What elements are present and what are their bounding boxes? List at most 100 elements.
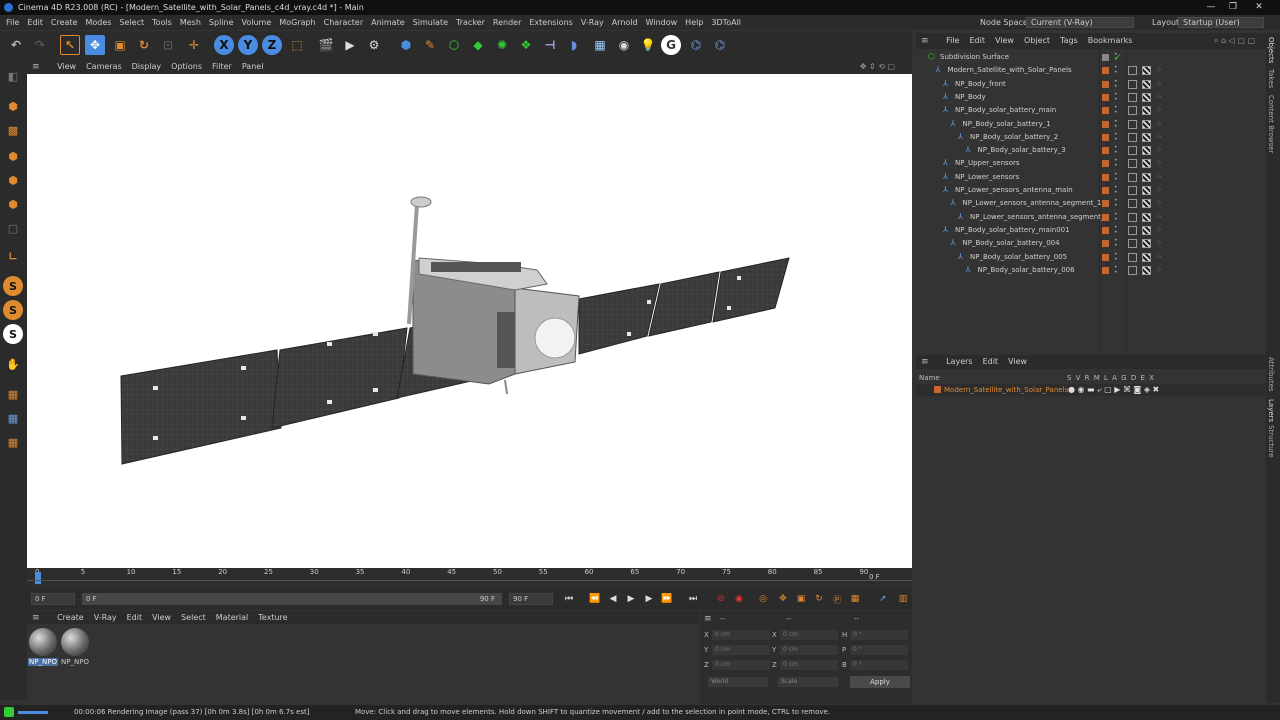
layer-color-swatch[interactable]: [1102, 147, 1109, 155]
viewport-menu-panel[interactable]: Panel: [237, 60, 269, 74]
goto-prev-key-icon[interactable]: ⏪: [587, 591, 603, 607]
object-manager-search-icons[interactable]: ⌕ ⌂ ◁ ▢ ▢: [1209, 33, 1260, 49]
phong-tag-icon[interactable]: [1142, 186, 1151, 195]
layer-color-swatch[interactable]: [1102, 160, 1109, 168]
node-space-dropdown[interactable]: Current (V-Ray): [1026, 17, 1134, 28]
quantize-icon[interactable]: S: [3, 324, 23, 344]
menu-edit[interactable]: Edit: [23, 15, 47, 30]
texture-tag-icon[interactable]: [1128, 172, 1137, 182]
key-position-icon[interactable]: ✥: [775, 591, 791, 607]
material-tag-icon[interactable]: ⁘: [1156, 224, 1162, 237]
phong-tag-icon[interactable]: [1142, 265, 1151, 275]
phong-tag-icon[interactable]: [1142, 172, 1151, 182]
layer-color-swatch[interactable]: [1102, 93, 1109, 101]
texture-tag-icon[interactable]: [1128, 225, 1137, 235]
layer-color-swatch[interactable]: [1102, 200, 1109, 208]
object-name[interactable]: NP_Body_solar_battery_2: [970, 131, 1058, 144]
object-name[interactable]: NP_Body_front: [955, 78, 1006, 91]
texture-tag-icon[interactable]: [1128, 265, 1137, 275]
end-frame-field[interactable]: 90 F: [509, 593, 553, 605]
texture-mode-icon[interactable]: ▩: [3, 120, 23, 140]
menu-v-ray[interactable]: V-Ray: [577, 15, 608, 30]
object-row[interactable]: ⅄ NP_Body_solar_battery_main • • ⁘: [916, 104, 1266, 117]
material-tag-icon[interactable]: ⁘: [1156, 78, 1162, 91]
material-tag-icon[interactable]: ⁘: [1156, 237, 1162, 250]
tab-attributes[interactable]: Attributes: [1267, 357, 1275, 392]
make-editable-icon[interactable]: ◧: [3, 66, 23, 86]
material-menu-edit[interactable]: Edit: [122, 611, 148, 624]
grid-snap-icon[interactable]: ▦: [3, 384, 23, 404]
subdivision-surface-icon[interactable]: ⬡: [444, 35, 464, 55]
cloner-icon[interactable]: ✺: [492, 35, 512, 55]
object-row[interactable]: ⅄ NP_Body_front • • ⁘: [916, 78, 1266, 91]
snap-settings-icon[interactable]: S: [3, 300, 23, 320]
model-mode-icon[interactable]: ⬢: [3, 96, 23, 116]
texture-tag-icon[interactable]: [1128, 252, 1137, 262]
visibility-dots-icon[interactable]: • •: [1114, 264, 1118, 276]
phong-tag-icon[interactable]: [1142, 106, 1151, 116]
phong-tag-icon[interactable]: [1142, 146, 1151, 156]
material-tag-icon[interactable]: ⁘: [1156, 264, 1162, 277]
texture-tag-icon[interactable]: [1128, 132, 1137, 142]
edges-mode-icon[interactable]: ⬢: [3, 170, 23, 190]
y-axis-lock-icon[interactable]: Y: [238, 35, 258, 55]
viewport-menu-options[interactable]: Options: [166, 60, 207, 74]
coord-value-field[interactable]: 0 °: [850, 630, 908, 640]
material-tag-icon[interactable]: ⁘: [1156, 104, 1162, 117]
tab-takes[interactable]: Takes: [1267, 69, 1275, 88]
menu-help[interactable]: Help: [681, 15, 707, 30]
objects-hamburger-icon[interactable]: ≡: [916, 33, 934, 49]
python-script-icon[interactable]: ⌬: [710, 35, 730, 55]
x-axis-lock-icon[interactable]: X: [214, 35, 234, 55]
layer-color-swatch[interactable]: [1102, 253, 1109, 261]
layer-flag-icons[interactable]: ● ◉ ▬ ⤶ ▢ ▶ ⌘ ◙ ◈ ✖: [1068, 384, 1159, 396]
timeline-ruler[interactable]: 051015202530354045505560657075808590 0 F: [27, 568, 912, 588]
visibility-dots-icon[interactable]: • •: [1114, 131, 1118, 143]
phong-tag-icon[interactable]: [1142, 239, 1151, 249]
visibility-dots-icon[interactable]: • •: [1114, 158, 1118, 169]
layer-color-swatch[interactable]: [1102, 80, 1109, 88]
layer-name[interactable]: Modern_Satellite_with_Solar_Panels: [944, 384, 1068, 396]
coord-value-field[interactable]: 0 °: [850, 645, 908, 655]
timeline-icon[interactable]: ▥: [895, 591, 911, 607]
extrude-icon[interactable]: ◆: [468, 35, 488, 55]
visibility-dots-icon[interactable]: • •: [1114, 185, 1118, 196]
key-rotation-icon[interactable]: ↻: [811, 591, 827, 607]
menu-window[interactable]: Window: [642, 15, 682, 30]
goto-end-icon[interactable]: ⏭: [685, 591, 701, 607]
python-icon[interactable]: ⌬: [686, 35, 706, 55]
layout-dropdown[interactable]: Startup (User): [1178, 17, 1264, 28]
axis-mode-icon[interactable]: ∟: [3, 246, 23, 266]
polygons-mode-icon[interactable]: ⬢: [3, 194, 23, 214]
key-scale-icon[interactable]: ▣: [793, 591, 809, 607]
material-tag-icon[interactable]: ⁘: [1156, 171, 1162, 184]
object-row[interactable]: ⅄ NP_Body_solar_battery_006 • • ⁘: [916, 264, 1266, 277]
phong-tag-icon[interactable]: [1142, 159, 1151, 169]
material-menu-create[interactable]: Create: [52, 611, 89, 624]
object-row[interactable]: ⅄ NP_Lower_sensors_antenna_segment_1 • • ⁘: [916, 197, 1266, 210]
phong-tag-icon[interactable]: [1142, 92, 1151, 102]
viewport-menu-cameras[interactable]: Cameras: [81, 60, 127, 74]
menu-extensions[interactable]: Extensions: [525, 15, 576, 30]
field-icon[interactable]: ◗: [564, 35, 584, 55]
viewport-menu-filter[interactable]: Filter: [207, 60, 237, 74]
redo-icon[interactable]: ↷: [30, 35, 50, 55]
apply-button[interactable]: Apply: [850, 676, 910, 688]
layer-color-swatch[interactable]: [1102, 226, 1109, 234]
object-row[interactable]: ⅄ NP_Lower_sensors_antenna_main • • ⁘: [916, 184, 1266, 197]
tab-structure[interactable]: Structure: [1267, 425, 1275, 458]
cube-primitive-icon[interactable]: ⬢: [396, 35, 416, 55]
menu-arnold[interactable]: Arnold: [608, 15, 642, 30]
menu-mesh[interactable]: Mesh: [176, 15, 205, 30]
key-parameter-icon[interactable]: Ⓟ: [829, 591, 845, 607]
menu-select[interactable]: Select: [115, 15, 148, 30]
layer-menu-edit[interactable]: Edit: [978, 355, 1004, 369]
vray-icon[interactable]: G: [661, 35, 681, 55]
material-tag-icon[interactable]: ⁘: [1156, 197, 1162, 210]
render-picture-viewer-icon[interactable]: ▶: [340, 35, 360, 55]
texture-tag-icon[interactable]: [1128, 119, 1137, 129]
menu-modes[interactable]: Modes: [81, 15, 115, 30]
menu-tools[interactable]: Tools: [148, 15, 176, 30]
layer-color-swatch[interactable]: [1102, 240, 1109, 248]
material-menu-texture[interactable]: Texture: [253, 611, 292, 624]
